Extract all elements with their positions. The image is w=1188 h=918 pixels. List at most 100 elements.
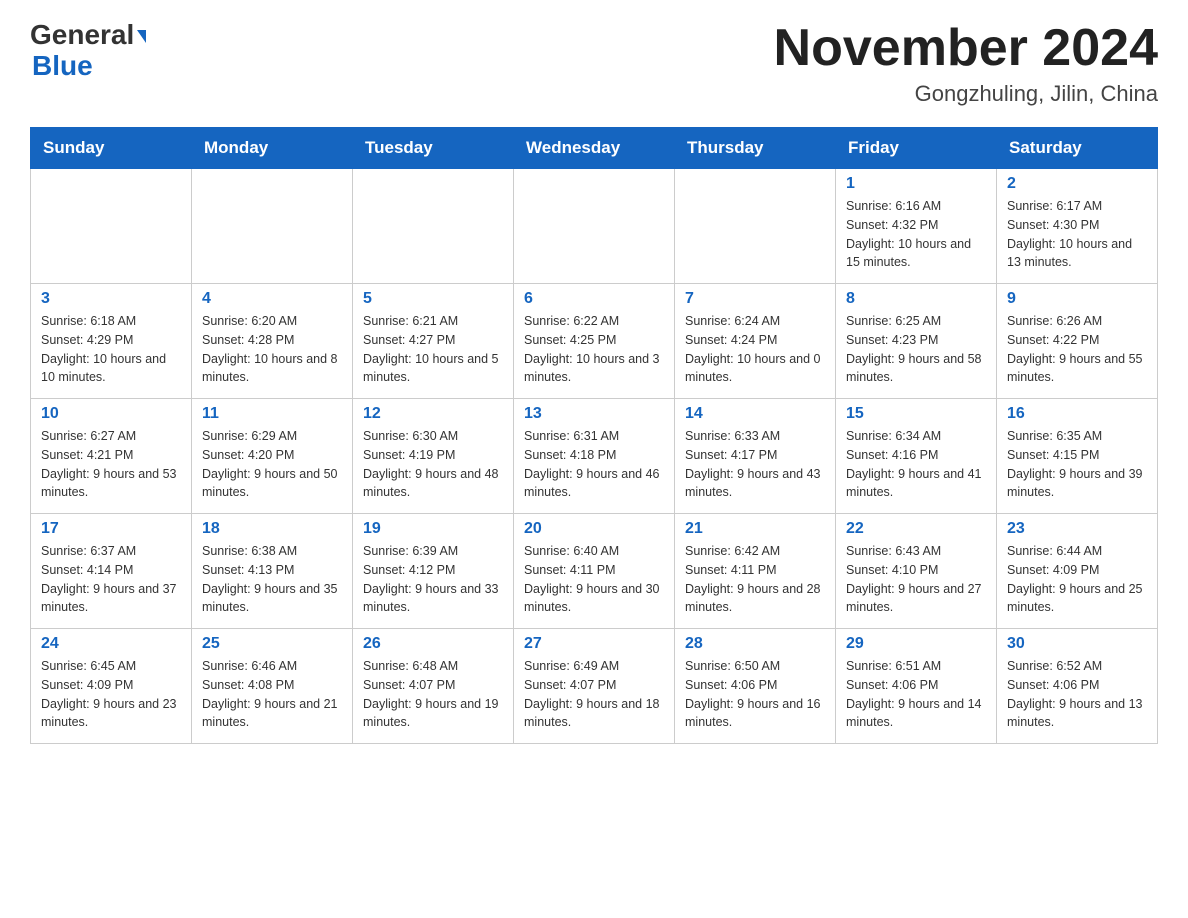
day-number: 23 <box>1007 520 1147 538</box>
day-info: Sunrise: 6:39 AMSunset: 4:12 PMDaylight:… <box>363 542 503 617</box>
calendar-cell: 23 Sunrise: 6:44 AMSunset: 4:09 PMDayligh… <box>997 514 1158 629</box>
day-info: Sunrise: 6:40 AMSunset: 4:11 PMDaylight:… <box>524 542 664 617</box>
day-info: Sunrise: 6:35 AMSunset: 4:15 PMDaylight:… <box>1007 427 1147 502</box>
day-info: Sunrise: 6:49 AMSunset: 4:07 PMDaylight:… <box>524 657 664 732</box>
calendar-cell: 30Sunrise: 6:52 AMSunset: 4:06 PMDayligh… <box>997 629 1158 744</box>
day-info: Sunrise: 6:44 AMSunset: 4:09 PMDaylight:… <box>1007 542 1147 617</box>
weekday-header-row: SundayMondayTuesdayWednesdayThursdayFrid… <box>31 128 1158 169</box>
day-number: 18 <box>202 520 342 538</box>
calendar-cell <box>353 169 514 284</box>
week-row-3: 10Sunrise: 6:27 AMSunset: 4:21 PMDayligh… <box>31 399 1158 514</box>
weekday-header-saturday: Saturday <box>997 128 1158 169</box>
day-info: Sunrise: 6:51 AMSunset: 4:06 PMDaylight:… <box>846 657 986 732</box>
day-info: Sunrise: 6:21 AMSunset: 4:27 PMDaylight:… <box>363 312 503 387</box>
calendar-cell: 21 Sunrise: 6:42 AMSunset: 4:11 PMDayligh… <box>675 514 836 629</box>
day-number: 14 <box>685 405 825 423</box>
day-info: Sunrise: 6:25 AMSunset: 4:23 PMDaylight:… <box>846 312 986 387</box>
day-number: 2 <box>1007 175 1147 193</box>
logo: General Blue <box>30 20 146 82</box>
calendar-cell: 27 Sunrise: 6:49 AMSunset: 4:07 PMDayligh… <box>514 629 675 744</box>
day-number: 21 <box>685 520 825 538</box>
day-info: Sunrise: 6:34 AMSunset: 4:16 PMDaylight:… <box>846 427 986 502</box>
weekday-header-wednesday: Wednesday <box>514 128 675 169</box>
day-number: 7 <box>685 290 825 308</box>
day-info: Sunrise: 6:27 AMSunset: 4:21 PMDaylight:… <box>41 427 181 502</box>
calendar-cell: 13Sunrise: 6:31 AMSunset: 4:18 PMDayligh… <box>514 399 675 514</box>
calendar-cell: 29 Sunrise: 6:51 AMSunset: 4:06 PMDayligh… <box>836 629 997 744</box>
calendar-cell: 24Sunrise: 6:45 AMSunset: 4:09 PMDayligh… <box>31 629 192 744</box>
week-row-4: 17Sunrise: 6:37 AMSunset: 4:14 PMDayligh… <box>31 514 1158 629</box>
day-number: 16 <box>1007 405 1147 423</box>
calendar-cell: 22 Sunrise: 6:43 AMSunset: 4:10 PMDayligh… <box>836 514 997 629</box>
day-number: 29 <box>846 635 986 653</box>
day-info: Sunrise: 6:31 AMSunset: 4:18 PMDaylight:… <box>524 427 664 502</box>
day-number: 9 <box>1007 290 1147 308</box>
day-number: 8 <box>846 290 986 308</box>
calendar-cell: 20 Sunrise: 6:40 AMSunset: 4:11 PMDayligh… <box>514 514 675 629</box>
calendar-cell: 9 Sunrise: 6:26 AMSunset: 4:22 PMDaylight… <box>997 284 1158 399</box>
title-block: November 2024 Gongzhuling, Jilin, China <box>774 20 1158 107</box>
weekday-header-tuesday: Tuesday <box>353 128 514 169</box>
calendar-cell: 15Sunrise: 6:34 AMSunset: 4:16 PMDayligh… <box>836 399 997 514</box>
weekday-header-sunday: Sunday <box>31 128 192 169</box>
calendar-cell <box>675 169 836 284</box>
calendar-cell: 5 Sunrise: 6:21 AMSunset: 4:27 PMDaylight… <box>353 284 514 399</box>
week-row-2: 3 Sunrise: 6:18 AMSunset: 4:29 PMDaylight… <box>31 284 1158 399</box>
day-info: Sunrise: 6:43 AMSunset: 4:10 PMDaylight:… <box>846 542 986 617</box>
day-number: 27 <box>524 635 664 653</box>
calendar-cell: 8 Sunrise: 6:25 AMSunset: 4:23 PMDaylight… <box>836 284 997 399</box>
day-number: 22 <box>846 520 986 538</box>
logo-general-text: General <box>30 20 146 51</box>
day-number: 12 <box>363 405 503 423</box>
calendar-cell: 11 Sunrise: 6:29 AMSunset: 4:20 PMDayligh… <box>192 399 353 514</box>
day-info: Sunrise: 6:30 AMSunset: 4:19 PMDaylight:… <box>363 427 503 502</box>
week-row-5: 24Sunrise: 6:45 AMSunset: 4:09 PMDayligh… <box>31 629 1158 744</box>
day-number: 24 <box>41 635 181 653</box>
month-title: November 2024 <box>774 20 1158 77</box>
day-info: Sunrise: 6:52 AMSunset: 4:06 PMDaylight:… <box>1007 657 1147 732</box>
day-info: Sunrise: 6:16 AMSunset: 4:32 PMDaylight:… <box>846 197 986 272</box>
calendar-cell: 19 Sunrise: 6:39 AMSunset: 4:12 PMDayligh… <box>353 514 514 629</box>
day-number: 20 <box>524 520 664 538</box>
calendar-table: SundayMondayTuesdayWednesdayThursdayFrid… <box>30 127 1158 744</box>
day-number: 11 <box>202 405 342 423</box>
calendar-cell <box>514 169 675 284</box>
weekday-header-thursday: Thursday <box>675 128 836 169</box>
day-info: Sunrise: 6:48 AMSunset: 4:07 PMDaylight:… <box>363 657 503 732</box>
day-number: 3 <box>41 290 181 308</box>
day-info: Sunrise: 6:26 AMSunset: 4:22 PMDaylight:… <box>1007 312 1147 387</box>
day-info: Sunrise: 6:17 AMSunset: 4:30 PMDaylight:… <box>1007 197 1147 272</box>
calendar-cell: 7Sunrise: 6:24 AMSunset: 4:24 PMDaylight… <box>675 284 836 399</box>
day-info: Sunrise: 6:46 AMSunset: 4:08 PMDaylight:… <box>202 657 342 732</box>
day-number: 1 <box>846 175 986 193</box>
day-number: 6 <box>524 290 664 308</box>
week-row-1: 1 Sunrise: 6:16 AMSunset: 4:32 PMDaylight… <box>31 169 1158 284</box>
calendar-cell: 26 Sunrise: 6:48 AMSunset: 4:07 PMDayligh… <box>353 629 514 744</box>
calendar-cell: 18 Sunrise: 6:38 AMSunset: 4:13 PMDayligh… <box>192 514 353 629</box>
calendar-cell: 25 Sunrise: 6:46 AMSunset: 4:08 PMDayligh… <box>192 629 353 744</box>
day-number: 19 <box>363 520 503 538</box>
day-info: Sunrise: 6:18 AMSunset: 4:29 PMDaylight:… <box>41 312 181 387</box>
calendar-cell: 16 Sunrise: 6:35 AMSunset: 4:15 PMDayligh… <box>997 399 1158 514</box>
day-info: Sunrise: 6:29 AMSunset: 4:20 PMDaylight:… <box>202 427 342 502</box>
calendar-cell: 17Sunrise: 6:37 AMSunset: 4:14 PMDayligh… <box>31 514 192 629</box>
calendar-cell: 2 Sunrise: 6:17 AMSunset: 4:30 PMDaylight… <box>997 169 1158 284</box>
day-info: Sunrise: 6:22 AMSunset: 4:25 PMDaylight:… <box>524 312 664 387</box>
calendar-cell: 10Sunrise: 6:27 AMSunset: 4:21 PMDayligh… <box>31 399 192 514</box>
day-number: 25 <box>202 635 342 653</box>
day-number: 26 <box>363 635 503 653</box>
calendar-cell: 28Sunrise: 6:50 AMSunset: 4:06 PMDayligh… <box>675 629 836 744</box>
day-info: Sunrise: 6:37 AMSunset: 4:14 PMDaylight:… <box>41 542 181 617</box>
day-number: 5 <box>363 290 503 308</box>
weekday-header-monday: Monday <box>192 128 353 169</box>
calendar-cell <box>31 169 192 284</box>
logo-blue-text: Blue <box>30 51 93 82</box>
calendar-cell: 14Sunrise: 6:33 AMSunset: 4:17 PMDayligh… <box>675 399 836 514</box>
day-info: Sunrise: 6:38 AMSunset: 4:13 PMDaylight:… <box>202 542 342 617</box>
calendar-cell: 4Sunrise: 6:20 AMSunset: 4:28 PMDaylight… <box>192 284 353 399</box>
calendar-cell <box>192 169 353 284</box>
day-info: Sunrise: 6:42 AMSunset: 4:11 PMDaylight:… <box>685 542 825 617</box>
page-header: General Blue November 2024 Gongzhuling, … <box>30 20 1158 107</box>
calendar-cell: 12 Sunrise: 6:30 AMSunset: 4:19 PMDayligh… <box>353 399 514 514</box>
day-number: 28 <box>685 635 825 653</box>
